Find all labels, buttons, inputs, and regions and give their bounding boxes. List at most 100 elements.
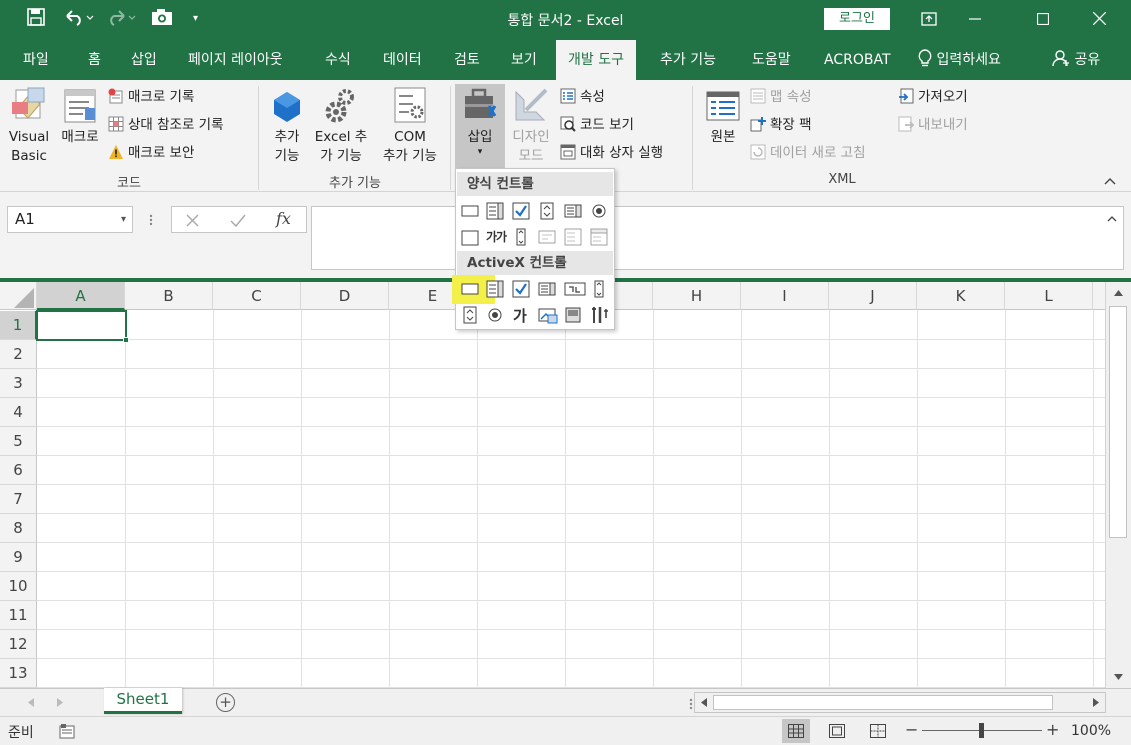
column-header[interactable]: A <box>37 282 125 310</box>
column-header[interactable]: K <box>917 282 1005 310</box>
scroll-down-icon[interactable] <box>1114 674 1123 680</box>
export-button[interactable]: 내보내기 <box>898 115 968 135</box>
column-header[interactable]: D <box>301 282 389 310</box>
design-mode-button[interactable]: 디자인 모드 <box>508 86 554 166</box>
enter-check-icon[interactable] <box>230 214 246 227</box>
zoom-in-icon[interactable]: + <box>1046 720 1059 739</box>
row-header[interactable]: 6 <box>0 456 37 485</box>
view-code-button[interactable]: 코드 보기 <box>560 115 634 135</box>
scroll-left-icon[interactable] <box>701 698 707 707</box>
login-button[interactable]: 로그인 <box>824 8 890 30</box>
column-header[interactable]: J <box>829 282 917 310</box>
name-box-dropdown-icon[interactable]: ▾ <box>121 207 126 232</box>
text-field-control-icon[interactable] <box>538 228 556 246</box>
row-header[interactable]: 1 <box>0 311 37 340</box>
row-header[interactable]: 9 <box>0 543 37 572</box>
activex-label-icon[interactable]: 가 <box>513 305 527 326</box>
minimize-button[interactable] <box>952 0 998 38</box>
column-header[interactable]: B <box>125 282 213 310</box>
expand-formula-icon[interactable] <box>1107 215 1117 222</box>
tab-file[interactable]: 파일 <box>23 40 49 80</box>
refresh-data-button[interactable]: 데이터 새로 고침 <box>750 143 866 163</box>
activex-checkbox-icon[interactable] <box>512 280 530 298</box>
combo-list-edit-control-icon[interactable] <box>564 228 582 246</box>
formula-input[interactable] <box>311 206 1124 270</box>
com-addins-button[interactable]: COM 추가 기능 <box>376 86 444 166</box>
record-macro-button[interactable]: 매크로 기록 <box>108 87 194 107</box>
tab-page-layout[interactable]: 페이지 레이아웃 <box>188 40 283 80</box>
activex-option-button-icon[interactable] <box>486 306 504 324</box>
maximize-button[interactable] <box>1020 0 1066 38</box>
active-cell[interactable] <box>36 310 129 343</box>
normal-view-button[interactable] <box>782 719 810 743</box>
row-header[interactable]: 3 <box>0 369 37 398</box>
macro-security-button[interactable]: 매크로 보안 <box>108 143 194 163</box>
row-header[interactable]: 13 <box>0 659 37 688</box>
fill-handle[interactable] <box>123 337 129 343</box>
tab-view[interactable]: 보기 <box>511 40 537 80</box>
zoom-out-icon[interactable]: − <box>905 720 918 739</box>
sheet-tab-sheet1[interactable]: Sheet1 <box>104 688 182 714</box>
ribbon-display-icon[interactable] <box>906 0 952 38</box>
page-break-view-icon[interactable] <box>870 724 886 738</box>
row-header[interactable]: 11 <box>0 601 37 630</box>
new-sheet-button[interactable]: + <box>216 693 235 712</box>
group-box-control-icon[interactable] <box>461 228 479 246</box>
tab-developer[interactable]: 개발 도구 <box>556 40 636 80</box>
select-all-corner[interactable] <box>0 282 37 310</box>
scroll-right-icon[interactable] <box>1093 698 1099 707</box>
combo-box-control-icon[interactable] <box>486 202 504 220</box>
row-header[interactable]: 5 <box>0 427 37 456</box>
vertical-scrollbar[interactable] <box>1105 282 1131 688</box>
row-header[interactable]: 4 <box>0 398 37 427</box>
column-header[interactable]: C <box>213 282 301 310</box>
scroll-up-icon[interactable] <box>1114 290 1123 296</box>
relative-reference-button[interactable]: 상대 참조로 기록 <box>108 115 224 135</box>
xml-source-button[interactable]: 원본 <box>702 86 744 147</box>
tab-home[interactable]: 홈 <box>88 40 101 80</box>
zoom-thumb[interactable] <box>979 723 984 738</box>
column-header[interactable]: L <box>1005 282 1093 310</box>
activex-toggle-button-icon[interactable] <box>564 306 582 324</box>
row-header[interactable]: 8 <box>0 514 37 543</box>
activex-spin-button-icon[interactable] <box>461 306 479 324</box>
spin-button-control-icon[interactable] <box>538 202 556 220</box>
zoom-level[interactable]: 100% <box>1071 723 1111 739</box>
tab-acrobat[interactable]: ACROBAT <box>824 40 891 80</box>
tab-addins[interactable]: 추가 기능 <box>660 40 716 80</box>
macro-record-status-icon[interactable] <box>59 723 75 739</box>
properties-button[interactable]: 속성 <box>560 87 605 107</box>
activex-command-button-icon[interactable] <box>461 280 479 298</box>
tab-insert[interactable]: 삽입 <box>131 40 157 80</box>
expansion-packs-button[interactable]: 확장 팩 <box>750 115 812 135</box>
tab-review[interactable]: 검토 <box>454 40 480 80</box>
name-box[interactable]: A1 ▾ <box>7 206 133 233</box>
combo-dropdown-edit-control-icon[interactable] <box>590 228 608 246</box>
run-dialog-button[interactable]: 대화 상자 실행 <box>560 143 663 163</box>
tab-data[interactable]: 데이터 <box>383 40 422 80</box>
more-controls-icon[interactable] <box>590 306 610 324</box>
page-layout-view-icon[interactable] <box>829 724 845 738</box>
activex-combo-box-icon[interactable] <box>486 280 504 298</box>
macros-button[interactable]: 매크로 <box>56 86 104 147</box>
row-header[interactable]: 12 <box>0 630 37 659</box>
checkbox-control-icon[interactable] <box>512 202 530 220</box>
row-header[interactable]: 10 <box>0 572 37 601</box>
scroll-thumb[interactable] <box>1109 306 1127 538</box>
next-sheet-icon[interactable] <box>57 698 63 707</box>
tab-formulas[interactable]: 수식 <box>325 40 351 80</box>
addins-button[interactable]: 추가 기능 <box>268 86 306 166</box>
visual-basic-button[interactable]: Visual Basic <box>6 86 52 166</box>
worksheet-grid[interactable]: A B C D E F G H I J K L 1 2 3 4 5 6 7 8 … <box>0 282 1105 688</box>
activex-image-icon[interactable] <box>538 306 558 324</box>
list-box-control-icon[interactable] <box>564 202 582 220</box>
button-control-icon[interactable] <box>461 202 479 220</box>
collapse-ribbon-icon[interactable] <box>1104 174 1116 188</box>
column-header[interactable]: H <box>653 282 741 310</box>
cancel-icon[interactable] <box>186 214 199 227</box>
scroll-bar-control-icon[interactable] <box>512 228 530 246</box>
close-button[interactable] <box>1076 0 1122 38</box>
label-control-icon[interactable]: 가가 <box>486 228 507 245</box>
map-properties-button[interactable]: 맵 속성 <box>750 87 812 107</box>
prev-sheet-icon[interactable] <box>28 698 34 707</box>
